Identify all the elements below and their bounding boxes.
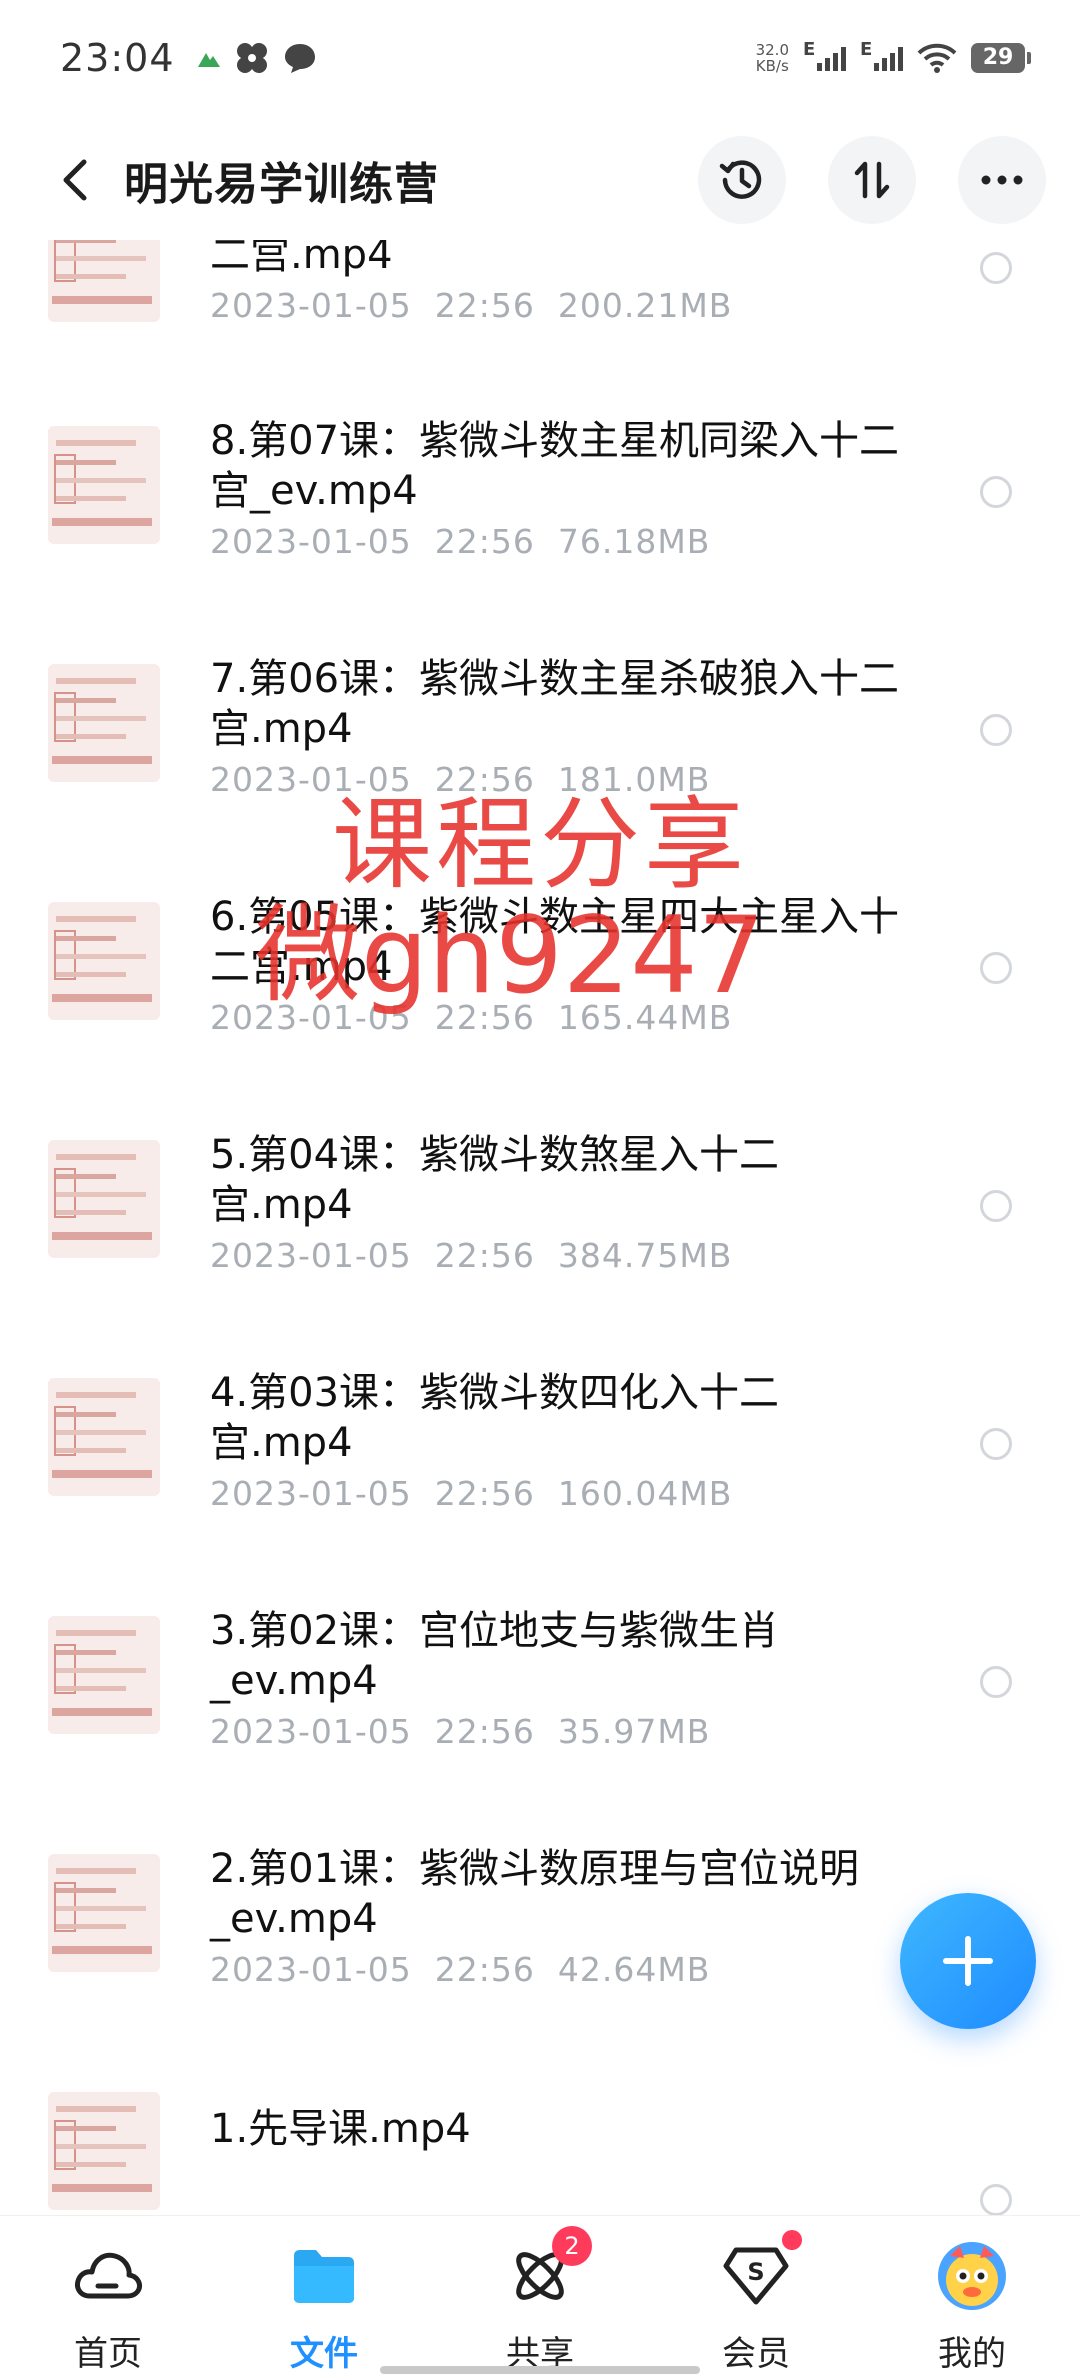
nav-label: 我的 <box>938 2334 1006 2374</box>
home-indicator <box>380 2366 700 2374</box>
list-item[interactable]: 9.第08课：紫微斗数主星相廉武巨入十二宫.mp4 2023-01-05 22:… <box>0 240 1080 416</box>
file-name: 3.第02课：宫位地支与紫微生肖_ev.mp4 <box>210 1608 780 1704</box>
back-button[interactable] <box>36 140 116 220</box>
history-icon <box>719 160 762 199</box>
select-checkbox[interactable] <box>980 1190 1012 1222</box>
video-thumbnail <box>48 902 160 1020</box>
select-checkbox[interactable] <box>980 252 1012 284</box>
file-meta: 2023-01-05 22:56 384.75MB <box>210 1236 733 1275</box>
list-item[interactable]: 8.第07课：紫微斗数主星机同梁入十二宫_ev.mp4 2023-01-05 2… <box>0 416 1080 652</box>
page-title: 明光易学训练营 <box>124 159 439 210</box>
folder-icon <box>284 2236 364 2316</box>
status-time: 23:04 <box>60 35 175 80</box>
nav-files[interactable]: 文件 <box>216 2216 432 2376</box>
video-thumbnail <box>48 240 160 322</box>
select-checkbox[interactable] <box>980 714 1012 746</box>
video-thumbnail <box>48 426 160 544</box>
file-name: 5.第04课：紫微斗数煞星入十二宫.mp4 <box>210 1132 780 1228</box>
back-icon <box>63 159 87 201</box>
list-item[interactable]: 7.第06课：紫微斗数主星杀破狼入十二宫.mp4 2023-01-05 22:5… <box>0 654 1080 890</box>
message-bubble-icon <box>284 43 315 73</box>
file-meta: 2023-01-05 22:56 35.97MB <box>210 1712 711 1751</box>
sort-icon <box>854 161 890 199</box>
video-thumbnail <box>48 1854 160 1972</box>
video-thumbnail <box>48 1140 160 1258</box>
notification-dot <box>782 2230 802 2250</box>
video-thumbnail <box>48 1378 160 1496</box>
select-checkbox[interactable] <box>980 952 1012 984</box>
file-name: 1.先导课.mp4 <box>210 2106 471 2152</box>
notification-badge: 2 <box>552 2226 592 2266</box>
list-item[interactable]: 3.第02课：宫位地支与紫微生肖_ev.mp4 2023-01-05 22:56… <box>0 1606 1080 1842</box>
share-atom-icon: 2 <box>500 2226 592 2316</box>
file-name: 8.第07课：紫微斗数主星机同梁入十二宫_ev.mp4 <box>210 418 900 514</box>
nav-profile[interactable]: 我的 <box>864 2216 1080 2376</box>
list-item[interactable]: 4.第03课：紫微斗数四化入十二宫.mp4 2023-01-05 22:56 1… <box>0 1368 1080 1604</box>
list-item[interactable]: 6.第05课：紫微斗数主星四大主星入十二宫.mp4 2023-01-05 22:… <box>0 892 1080 1128</box>
mountain-app-icon <box>197 52 220 67</box>
more-icon <box>981 175 1023 185</box>
signal-2-icon: E <box>860 39 903 71</box>
file-meta: 2023-01-05 22:56 76.18MB <box>210 522 711 561</box>
file-name: 7.第06课：紫微斗数主星杀破狼入十二宫.mp4 <box>210 656 900 752</box>
vip-diamond-icon: S <box>716 2230 802 2316</box>
sort-button[interactable] <box>828 136 916 224</box>
video-thumbnail <box>48 2092 160 2210</box>
more-button[interactable] <box>958 136 1046 224</box>
nav-label: 文件 <box>290 2334 358 2374</box>
select-checkbox[interactable] <box>980 1428 1012 1460</box>
bottom-nav: 首页 文件 2 共享 S 会员 我的 <box>0 2215 1080 2376</box>
file-name: 6.第05课：紫微斗数主星四大主星入十二宫.mp4 <box>210 894 900 990</box>
header: 明光易学训练营 <box>0 130 1080 230</box>
notification-icons <box>197 41 317 75</box>
select-checkbox[interactable] <box>980 2184 1012 2215</box>
signal-1-icon: E <box>803 39 846 71</box>
file-meta: 2023-01-05 22:56 181.0MB <box>210 760 711 799</box>
file-name: 2.第01课：紫微斗数原理与宫位说明_ev.mp4 <box>210 1846 860 1942</box>
nav-home[interactable]: 首页 <box>0 2216 216 2376</box>
fan-app-icon <box>236 42 267 73</box>
add-button[interactable] <box>900 1893 1036 2029</box>
video-thumbnail <box>48 1616 160 1734</box>
profile-avatar-icon <box>932 2236 1012 2316</box>
video-thumbnail <box>48 664 160 782</box>
nav-vip[interactable]: S 会员 <box>648 2216 864 2376</box>
nav-share[interactable]: 2 共享 <box>432 2216 648 2376</box>
file-name: 4.第03课：紫微斗数四化入十二宫.mp4 <box>210 1370 780 1466</box>
nav-label: 会员 <box>722 2334 790 2374</box>
nav-label: 首页 <box>74 2334 142 2374</box>
status-bar: 23:04 32.0 KB/s E E 29 <box>0 0 1080 115</box>
wifi-icon <box>917 43 957 73</box>
history-button[interactable] <box>698 136 786 224</box>
cloud-home-icon <box>68 2236 148 2316</box>
file-name: 9.第08课：紫微斗数主星相廉武巨入十二宫.mp4 <box>210 240 393 278</box>
list-item[interactable]: 5.第04课：紫微斗数煞星入十二宫.mp4 2023-01-05 22:56 3… <box>0 1130 1080 1366</box>
battery-indicator: 29 <box>971 42 1031 73</box>
file-meta: 2023-01-05 22:56 200.21MB <box>210 286 733 325</box>
file-meta: 2023-01-05 22:56 42.64MB <box>210 1950 711 1989</box>
select-checkbox[interactable] <box>980 1666 1012 1698</box>
select-checkbox[interactable] <box>980 476 1012 508</box>
file-meta: 2023-01-05 22:56 160.04MB <box>210 1474 733 1513</box>
list-item[interactable]: 1.先导课.mp4 <box>0 2082 1080 2215</box>
network-speed: 32.0 KB/s <box>755 40 789 75</box>
plus-icon <box>943 1936 993 1986</box>
svg-text:S: S <box>747 2258 764 2286</box>
file-meta: 2023-01-05 22:56 165.44MB <box>210 998 733 1037</box>
